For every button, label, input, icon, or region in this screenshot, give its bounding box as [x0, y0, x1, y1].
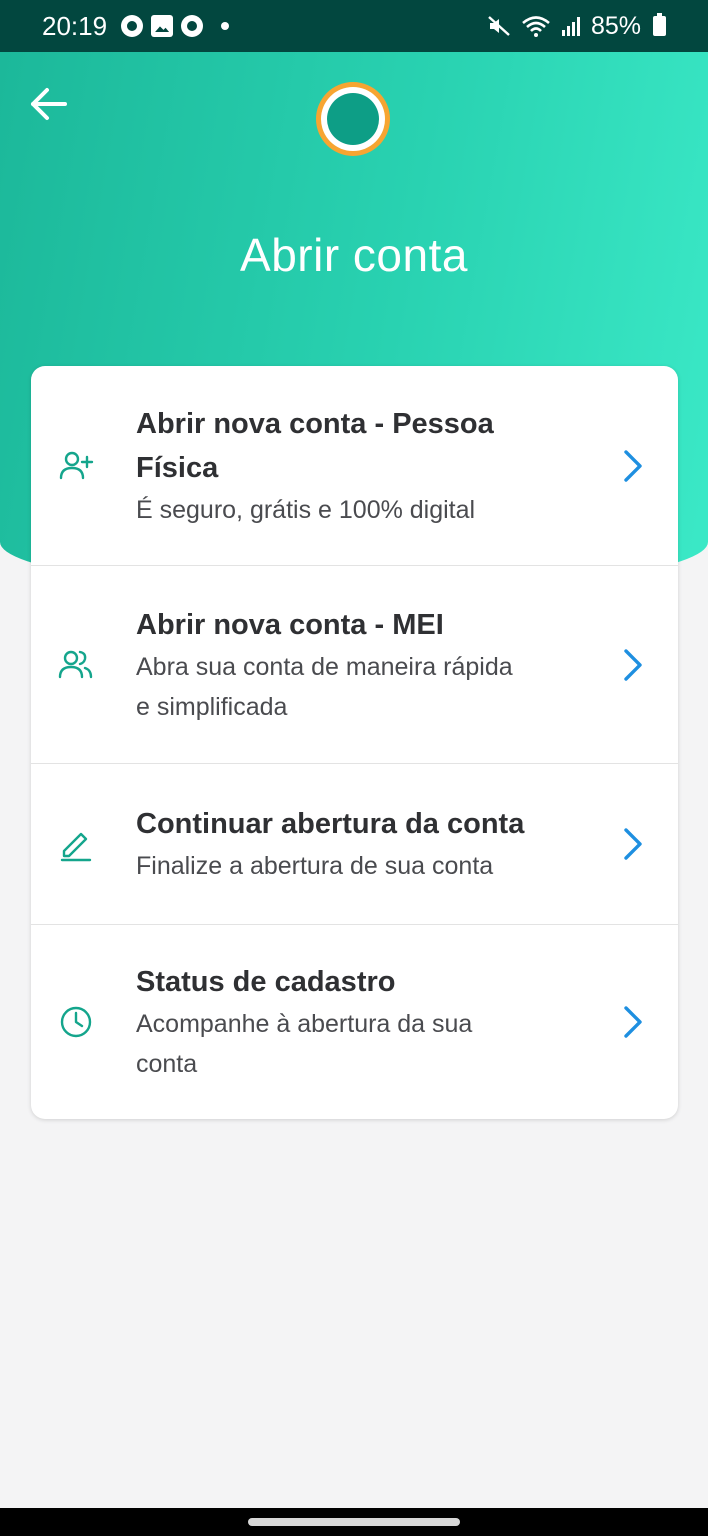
- chevron-right-icon: [618, 645, 648, 685]
- menu-item-text: Status de cadastro Acompanhe à abertura …: [136, 960, 576, 1084]
- arrow-left-icon: [31, 88, 67, 120]
- chevron-right-icon: [618, 1002, 648, 1042]
- logo-core: [327, 93, 379, 145]
- menu-item-subtitle-cont: conta: [136, 1050, 198, 1078]
- user-plus-icon: [57, 447, 95, 485]
- status-bar-left: 20:19: [42, 10, 230, 42]
- menu-item-subtitle: Finalize a abertura de sua conta: [136, 852, 494, 880]
- signal-icon: [561, 17, 580, 36]
- menu-item-title: Abrir nova conta - MEI: [136, 608, 444, 641]
- menu-item-subtitle: Acompanhe à abertura da sua: [136, 1010, 473, 1038]
- menu-item-registration-status[interactable]: Status de cadastro Acompanhe à abertura …: [31, 925, 678, 1119]
- users-icon: [57, 646, 95, 684]
- system-nav-bar: [0, 1508, 708, 1536]
- menu-item-text: Continuar abertura da conta Finalize a a…: [136, 802, 576, 886]
- menu-card: Abrir nova conta - Pessoa Física É segur…: [31, 366, 678, 1119]
- menu-item-title: Status de cadastro: [136, 966, 396, 998]
- battery-icon: [653, 13, 666, 36]
- menu-item-subtitle: É seguro, grátis e 100% digital: [136, 495, 476, 524]
- image-icon: [151, 15, 174, 37]
- chevron-right-icon: [618, 446, 648, 486]
- menu-item-title: Continuar abertura da conta: [136, 808, 525, 840]
- home-handle[interactable]: [248, 1518, 460, 1526]
- edit-icon: [57, 825, 95, 863]
- menu-item-continue-opening[interactable]: Continuar abertura da conta Finalize a a…: [31, 764, 678, 925]
- notification-dot-icon: [221, 22, 230, 30]
- money-icon: [121, 15, 144, 37]
- menu-item-text: Abrir nova conta - Pessoa Física É segur…: [136, 402, 576, 530]
- clock-icon: [57, 1003, 95, 1041]
- status-time: 20:19: [42, 10, 108, 41]
- status-bar: 20:19 85%: [0, 0, 708, 52]
- battery-percent: 85%: [590, 11, 641, 40]
- back-button[interactable]: [24, 80, 72, 128]
- mute-icon: [488, 16, 510, 36]
- menu-item-title-cont: Física: [136, 451, 219, 484]
- wifi-icon: [522, 16, 550, 37]
- chevron-right-icon: [618, 824, 648, 864]
- page-title: Abrir conta: [240, 229, 468, 281]
- logo-ring: [321, 87, 385, 151]
- menu-item-open-account-mei[interactable]: Abrir nova conta - MEI Abra sua conta de…: [31, 566, 678, 764]
- menu-item-title: Abrir nova conta - Pessoa: [136, 407, 494, 440]
- menu-item-subtitle-cont: e simplificada: [136, 692, 288, 721]
- menu-item-text: Abrir nova conta - MEI Abra sua conta de…: [136, 603, 576, 727]
- app-logo: [316, 82, 390, 156]
- menu-item-open-account-pf[interactable]: Abrir nova conta - Pessoa Física É segur…: [31, 366, 678, 566]
- status-bar-right: 85%: [487, 12, 666, 41]
- menu-item-subtitle: Abra sua conta de maneira rápida: [136, 652, 513, 681]
- money-icon: [181, 15, 204, 37]
